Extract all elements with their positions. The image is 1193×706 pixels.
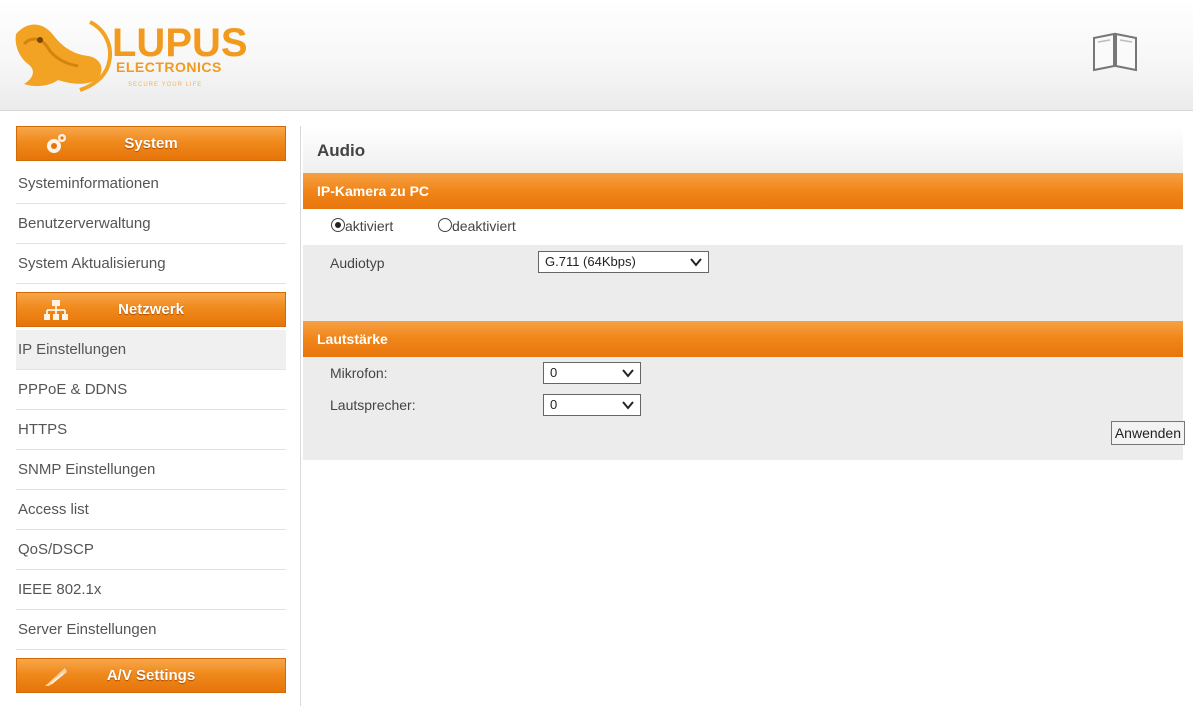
apply-button[interactable]: Anwenden	[1110, 421, 1185, 445]
chevron-down-icon	[622, 369, 634, 378]
sidebar-section-label: System	[124, 135, 178, 152]
sidebar-section-label: A/V Settings	[106, 667, 196, 684]
section-header-ip-kamera: IP-Kamera zu PC	[303, 173, 1183, 209]
av-icon	[45, 668, 67, 686]
sidebar-item-server-einstellungen[interactable]: Server Einstellungen	[16, 610, 286, 650]
lautsprecher-select[interactable]: 0	[543, 394, 641, 416]
sidebar-item-access-list[interactable]: Access list	[16, 490, 286, 530]
svg-text:ELECTRONICS: ELECTRONICS	[116, 59, 222, 75]
audiotyp-row: Audiotyp G.711 (64Kbps)	[303, 245, 1183, 281]
apply-row: Anwenden	[303, 421, 1185, 460]
header-bar: LUPUS ELECTRONICS SECURE YOUR LIFE	[0, 0, 1193, 111]
sidebar-section-label: Netzwerk	[118, 301, 184, 318]
radio-deaktiviert[interactable]: deaktiviert	[438, 218, 516, 234]
chevron-down-icon	[622, 401, 634, 410]
audiotyp-label: Audiotyp	[330, 255, 385, 271]
svg-text:SECURE YOUR LIFE: SECURE YOUR LIFE	[128, 82, 202, 88]
sidebar-section-system[interactable]: System	[16, 126, 286, 161]
radio-label: deaktiviert	[452, 218, 516, 234]
radio-label: aktiviert	[345, 218, 394, 234]
mikrofon-label: Mikrofon:	[330, 365, 388, 381]
sidebar-item-ieee-8021x[interactable]: IEEE 802.1x	[16, 570, 286, 610]
mikrofon-value: 0	[550, 365, 558, 380]
lautsprecher-value: 0	[550, 397, 558, 412]
sidebar-divider	[300, 126, 301, 706]
book-icon[interactable]	[1090, 30, 1140, 72]
radio-button-off[interactable]	[438, 218, 452, 232]
sidebar-section-netzwerk[interactable]: Netzwerk	[16, 292, 286, 327]
mikrofon-row: Mikrofon: 0	[303, 357, 1183, 389]
section-spacer	[303, 281, 1183, 321]
lautsprecher-row: Lautsprecher: 0	[303, 389, 1183, 425]
sidebar: System Systeminformationen Benutzerverwa…	[16, 126, 286, 696]
sidebar-item-system-aktualisierung[interactable]: System Aktualisierung	[16, 244, 286, 284]
mikrofon-select[interactable]: 0	[543, 362, 641, 384]
chevron-down-icon	[690, 258, 702, 267]
sidebar-item-snmp-einstellungen[interactable]: SNMP Einstellungen	[16, 450, 286, 490]
radio-aktiviert[interactable]: aktiviert	[331, 218, 393, 234]
sidebar-item-ip-einstellungen[interactable]: IP Einstellungen	[16, 330, 286, 370]
radio-button-on[interactable]	[331, 218, 345, 232]
audiotyp-select[interactable]: G.711 (64Kbps)	[538, 251, 709, 273]
lupus-logo: LUPUS ELECTRONICS SECURE YOUR LIFE	[15, 20, 248, 92]
network-icon	[44, 300, 68, 320]
gear-icon	[47, 134, 66, 153]
sidebar-item-systeminformationen[interactable]: Systeminformationen	[16, 164, 286, 204]
sidebar-item-benutzerverwaltung[interactable]: Benutzerverwaltung	[16, 204, 286, 244]
sidebar-item-pppoe-ddns[interactable]: PPPoE & DDNS	[16, 370, 286, 410]
main-content: Audio IP-Kamera zu PC aktiviert deaktivi…	[303, 126, 1185, 692]
audio-enable-row: aktiviert deaktiviert	[303, 209, 1183, 245]
page-title: Audio	[303, 126, 1183, 173]
lautsprecher-label: Lautsprecher:	[330, 397, 416, 413]
content-blank-area	[303, 460, 1183, 692]
sidebar-item-qos-dscp[interactable]: QoS/DSCP	[16, 530, 286, 570]
sidebar-section-av-settings[interactable]: A/V Settings	[16, 658, 286, 693]
section-header-lautstaerke: Lautstärke	[303, 321, 1183, 357]
sidebar-item-https[interactable]: HTTPS	[16, 410, 286, 450]
audiotyp-value: G.711 (64Kbps)	[545, 254, 636, 269]
